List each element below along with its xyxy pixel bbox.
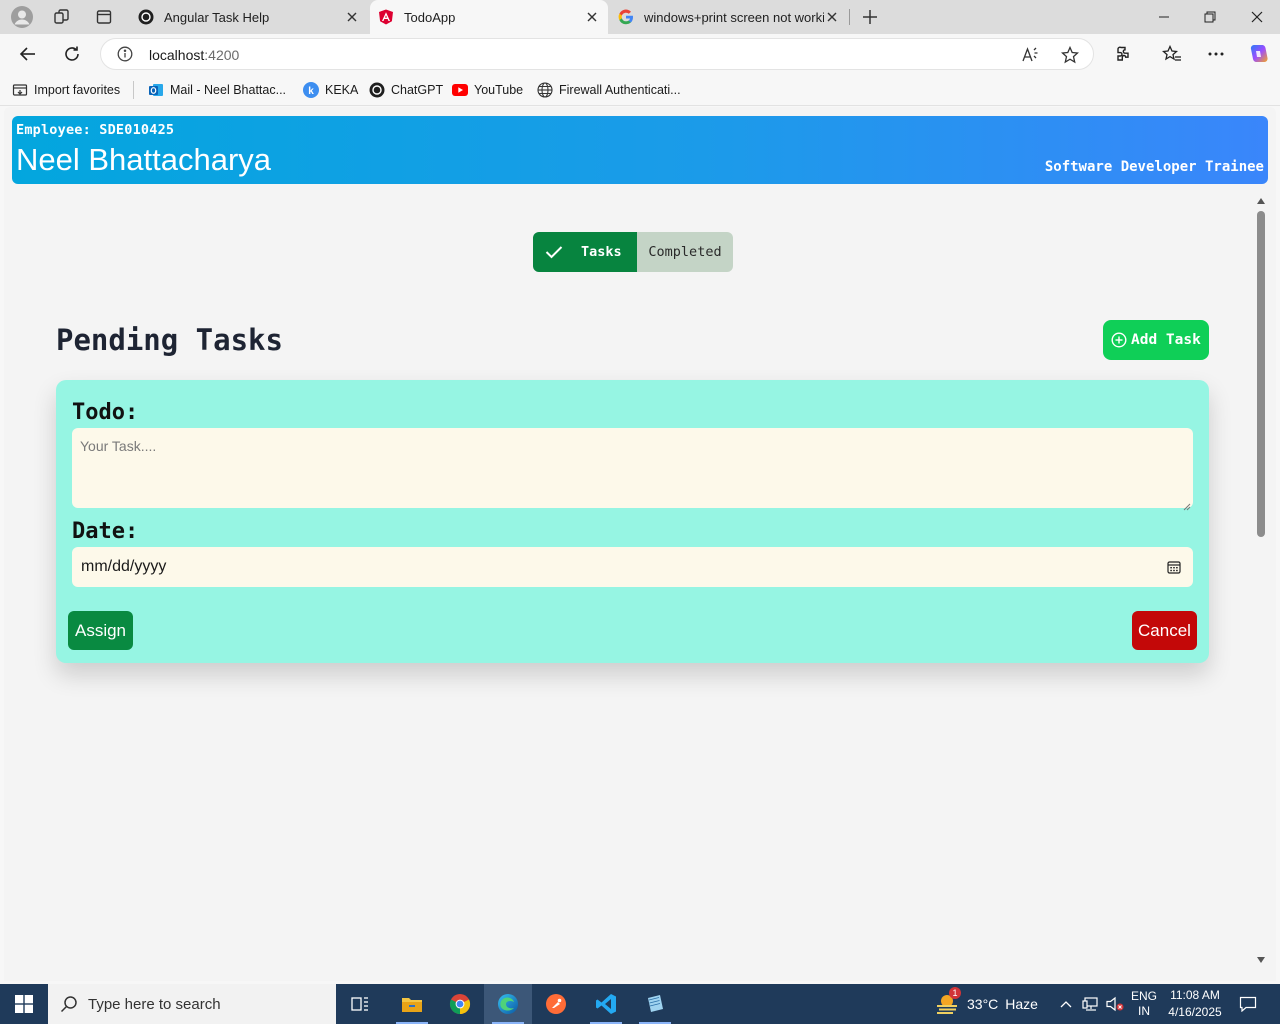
- new-tab-icon[interactable]: [858, 5, 882, 29]
- copilot-icon[interactable]: [1242, 38, 1274, 70]
- todo-label: Todo:: [72, 400, 139, 425]
- network-icon[interactable]: [1080, 984, 1102, 1024]
- search-icon: [60, 994, 80, 1014]
- refresh-icon[interactable]: [56, 38, 88, 70]
- weather-alert-badge: 1: [949, 987, 961, 999]
- site-info-icon[interactable]: [117, 46, 133, 67]
- vscode-icon[interactable]: [582, 984, 630, 1024]
- svg-text:k: k: [308, 86, 314, 97]
- taskbar-search-box[interactable]: Type here to search: [48, 984, 336, 1024]
- globe-icon: [537, 82, 553, 98]
- chatgpt-icon: [138, 9, 154, 25]
- taskbar-clock[interactable]: 11:08 AM 4/16/2025: [1160, 987, 1230, 1021]
- keka-icon: k: [303, 82, 319, 98]
- scroll-up-icon[interactable]: [1256, 196, 1266, 206]
- completed-toggle-button[interactable]: Completed: [637, 232, 733, 272]
- favorites-icon[interactable]: [1156, 38, 1188, 70]
- favorite-youtube[interactable]: YouTube: [452, 80, 523, 100]
- more-options-icon[interactable]: [1200, 38, 1232, 70]
- favorite-keka[interactable]: k KEKA: [303, 80, 358, 100]
- outlook-icon: [148, 82, 164, 98]
- angular-icon: [378, 9, 394, 25]
- chrome-icon[interactable]: [436, 984, 484, 1024]
- calendar-icon[interactable]: [1166, 559, 1182, 575]
- language-indicator[interactable]: ENG IN: [1128, 984, 1160, 1024]
- page-viewport: Employee: SDE010425 Neel Bhattacharya So…: [4, 107, 1276, 981]
- employee-role: Software Developer Trainee: [1044, 159, 1264, 175]
- url-text: localhost:4200: [149, 47, 240, 63]
- clock-time: 11:08 AM: [1170, 988, 1220, 1002]
- date-input[interactable]: mm/dd/yyyy: [72, 547, 1193, 587]
- date-label: Date:: [72, 519, 139, 544]
- assign-button[interactable]: Assign: [68, 611, 133, 650]
- address-bar[interactable]: localhost:4200: [100, 38, 1094, 70]
- volume-muted-icon[interactable]: [1104, 984, 1126, 1024]
- read-aloud-icon[interactable]: [1021, 46, 1039, 69]
- resize-grip-icon[interactable]: [1183, 498, 1191, 511]
- close-tab-icon[interactable]: [584, 9, 600, 25]
- weather-condition: Haze: [1005, 996, 1038, 1012]
- vertical-tabs-icon[interactable]: [92, 5, 116, 29]
- favorites-bar: Import favorites Mail - Neel Bhattac... …: [0, 74, 1280, 106]
- favorite-mail[interactable]: Mail - Neel Bhattac...: [148, 80, 286, 100]
- import-favorites-icon: [12, 82, 28, 98]
- todo-placeholder: Your Task....: [80, 438, 157, 454]
- cancel-button[interactable]: Cancel: [1132, 611, 1197, 650]
- plus-circle-icon: [1111, 332, 1127, 348]
- favorite-firewall[interactable]: Firewall Authenticati...: [537, 80, 681, 100]
- favorite-star-icon[interactable]: [1060, 45, 1080, 69]
- tab-title: TodoApp: [404, 9, 456, 25]
- haze-weather-icon: 1: [936, 987, 961, 1015]
- tab-title: Angular Task Help: [164, 9, 270, 25]
- page-title: Pending Tasks: [56, 323, 283, 357]
- back-icon[interactable]: [12, 38, 44, 70]
- edge-icon[interactable]: [484, 984, 532, 1024]
- minimize-icon[interactable]: [1141, 0, 1187, 34]
- tab-angular-task-help[interactable]: Angular Task Help: [130, 0, 368, 34]
- add-task-form: Todo: Your Task.... Date: mm/dd/yyyy Ass…: [56, 380, 1209, 663]
- weather-temp: 33°C: [967, 996, 999, 1012]
- weather-widget[interactable]: 1 33°C Haze: [936, 984, 1038, 1024]
- profile-icon[interactable]: [10, 5, 34, 29]
- close-tab-icon[interactable]: [344, 9, 360, 25]
- workspaces-icon[interactable]: [50, 5, 74, 29]
- scroll-down-icon[interactable]: [1256, 955, 1266, 965]
- clock-date: 4/16/2025: [1168, 1005, 1222, 1019]
- google-icon: [618, 9, 634, 25]
- close-tab-icon[interactable]: [824, 9, 840, 25]
- chatgpt-icon: [369, 82, 385, 98]
- search-placeholder: Type here to search: [88, 995, 221, 1013]
- employee-header: Employee: SDE010425 Neel Bhattacharya So…: [12, 116, 1268, 184]
- tab-separator: [849, 9, 850, 25]
- checkmark-icon: [545, 243, 563, 261]
- browser-tab-strip: Angular Task Help TodoApp windows+print …: [0, 0, 1280, 34]
- task-view-icon[interactable]: [336, 984, 384, 1024]
- restore-icon[interactable]: [1187, 0, 1233, 34]
- show-hidden-icons-icon[interactable]: [1056, 984, 1076, 1024]
- favorite-import-favorites[interactable]: Import favorites: [12, 80, 120, 100]
- extensions-icon[interactable]: [1107, 38, 1139, 70]
- employee-id: Employee: SDE010425: [16, 122, 175, 138]
- tasks-toggle-button[interactable]: Tasks: [533, 232, 637, 272]
- date-placeholder: mm/dd/yyyy: [81, 558, 167, 575]
- task-view-toggle: Tasks Completed: [533, 232, 733, 272]
- windows-start-icon[interactable]: [0, 984, 48, 1024]
- notepad-icon[interactable]: [631, 984, 679, 1024]
- postman-icon[interactable]: [532, 984, 580, 1024]
- scrollbar-thumb[interactable]: [1257, 211, 1265, 537]
- favorite-chatgpt[interactable]: ChatGPT: [369, 80, 443, 100]
- tab-title: windows+print screen not workin: [644, 9, 824, 25]
- employee-name: Neel Bhattacharya: [16, 142, 272, 177]
- browser-toolbar: localhost:4200: [0, 34, 1280, 74]
- tab-google-search[interactable]: windows+print screen not workin: [610, 0, 848, 34]
- tab-todoapp[interactable]: TodoApp: [370, 0, 608, 34]
- todo-textarea[interactable]: Your Task....: [72, 428, 1193, 511]
- windows-taskbar: Type here to search 1 33°C Haze ENG IN 1…: [0, 984, 1280, 1024]
- favorites-separator: [133, 81, 134, 99]
- notification-center-icon[interactable]: [1236, 984, 1260, 1024]
- add-task-button[interactable]: Add Task: [1103, 320, 1209, 360]
- file-explorer-icon[interactable]: [388, 984, 436, 1024]
- youtube-icon: [452, 82, 468, 98]
- close-window-icon[interactable]: [1234, 0, 1280, 34]
